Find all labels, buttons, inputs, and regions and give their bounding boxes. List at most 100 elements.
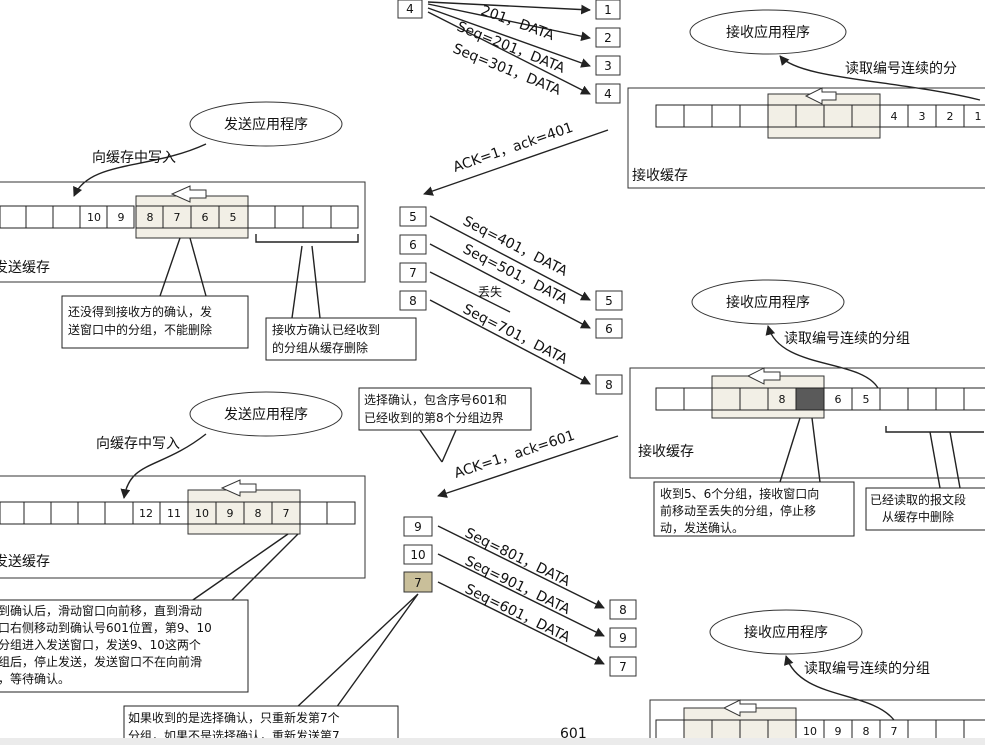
seq-tag-group: 5 6 7 8: [399, 206, 427, 311]
diagram-canvas: 4 201，DATA Seq=201，DATA Seq=301，DATA 1 2…: [0, 0, 985, 745]
svg-text:9: 9: [619, 631, 627, 645]
send-buffer-cells: 12 11 10 9 8 7: [0, 501, 356, 525]
seq-tag-top-left: 4: [397, 0, 423, 19]
svg-text:3: 3: [604, 59, 612, 73]
callout-line: [159, 237, 207, 297]
send-buffer-label: 发送缓存: [0, 260, 50, 276]
seq-tag-group: 8 9 7: [609, 599, 637, 677]
svg-text:2: 2: [947, 110, 954, 123]
recv-buffer-cells: 4 3 2 1: [655, 104, 985, 128]
svg-text:的分组从缓存删除: 的分组从缓存删除: [272, 340, 368, 355]
lost-label: 丢失: [478, 284, 502, 299]
svg-text:7: 7: [414, 576, 422, 590]
read-label: 读取编号连续的分组: [784, 330, 910, 347]
svg-text:前移动至丢失的分组，停止移: 前移动至丢失的分组，停止移: [660, 503, 816, 518]
svg-text:5: 5: [230, 211, 237, 224]
svg-text:4: 4: [406, 2, 414, 16]
send-app-label: 发送应用程序: [224, 116, 308, 133]
send-buffer-cells: 10 9 8 7 6 5: [0, 205, 359, 229]
svg-text:5: 5: [863, 393, 870, 406]
svg-text:2: 2: [604, 31, 612, 45]
svg-text:口右侧移动到确认号601位置，第9、10: 口右侧移动到确认号601位置，第9、10: [0, 620, 212, 635]
write-label: 向缓存中写入: [96, 436, 180, 452]
svg-text:3: 3: [919, 110, 926, 123]
read-label: 读取编号连续的分: [845, 60, 957, 77]
svg-text:8: 8: [605, 378, 613, 392]
svg-text:7: 7: [409, 266, 417, 280]
svg-text:8: 8: [619, 603, 627, 617]
svg-text:从缓存中删除: 从缓存中删除: [882, 509, 954, 524]
svg-text:到确认后，滑动窗口向前移，直到滑动: 到确认后，滑动窗口向前移，直到滑动: [0, 603, 202, 618]
bottom-strip: [0, 738, 985, 745]
svg-text:4: 4: [604, 87, 612, 101]
read-label: 读取编号连续的分组: [804, 660, 930, 677]
recv-buffer-label: 接收缓存: [632, 167, 688, 184]
svg-text:9: 9: [835, 725, 842, 738]
svg-text:6: 6: [409, 238, 417, 252]
svg-text:7: 7: [891, 725, 898, 738]
svg-text:接收方确认已经收到: 接收方确认已经收到: [272, 322, 380, 337]
svg-text:已经读取的报文段: 已经读取的报文段: [870, 492, 966, 507]
brace: [885, 426, 984, 433]
svg-text:8: 8: [147, 211, 154, 224]
note-unconfirmed: [61, 295, 249, 349]
write-label: 向缓存中写入: [92, 150, 176, 166]
recv-app-label: 接收应用程序: [726, 294, 810, 311]
send-buffer-label: 发送缓存: [0, 554, 50, 570]
svg-text:9: 9: [414, 520, 422, 534]
svg-text:送窗口中的分组，不能删除: 送窗口中的分组，不能删除: [68, 322, 212, 337]
send-app-label: 发送应用程序: [224, 406, 308, 423]
svg-text:组后，停止发送，发送窗口不在向前滑: 组后，停止发送，发送窗口不在向前滑: [0, 654, 202, 669]
svg-text:10: 10: [410, 548, 425, 562]
send-buffer-frame: [0, 475, 366, 579]
callout-line: [929, 431, 961, 489]
svg-text:10: 10: [195, 507, 209, 520]
svg-text:12: 12: [139, 507, 153, 520]
callout-line: [189, 533, 299, 603]
svg-text:8: 8: [255, 507, 262, 520]
svg-text:10: 10: [87, 211, 101, 224]
segment-label: Seq=701，DATA: [460, 301, 570, 368]
lost-packet-cell: [795, 387, 825, 411]
segment-line: [429, 299, 591, 385]
recv-buffer-label: 接收缓存: [638, 443, 694, 460]
svg-text:5: 5: [605, 294, 613, 308]
svg-text:已经收到的第8个分组边界: 已经收到的第8个分组边界: [364, 410, 504, 425]
seq-tag-group: 5 6 8: [595, 290, 623, 395]
seq-tag-group: 9 10 7: [403, 516, 433, 593]
svg-text:7: 7: [174, 211, 181, 224]
svg-text:1: 1: [975, 110, 982, 123]
svg-text:选择确认，包含序号601和: 选择确认，包含序号601和: [364, 392, 507, 407]
svg-text:分组进入发送窗口，发送9、10这两个: 分组进入发送窗口，发送9、10这两个: [0, 637, 201, 652]
svg-text:8: 8: [409, 294, 417, 308]
recv-app-label: 接收应用程序: [744, 624, 828, 641]
svg-text:7: 7: [619, 660, 627, 674]
svg-text:8: 8: [863, 725, 870, 738]
svg-text:还没得到接收方的确认，发: 还没得到接收方的确认，发: [68, 304, 212, 319]
recv-buffer-cells: 8 6 5: [655, 387, 985, 411]
callout-line: [295, 593, 419, 709]
svg-text:8: 8: [779, 393, 786, 406]
brace: [255, 234, 359, 243]
segment-line: [429, 243, 591, 329]
tcp-selective-ack-diagram: 4 201，DATA Seq=201，DATA Seq=301，DATA 1 2…: [0, 0, 985, 745]
ack-label: ACK=1，ack=601: [452, 428, 577, 482]
svg-text:9: 9: [227, 507, 234, 520]
svg-text:6: 6: [605, 322, 613, 336]
svg-text:收到5、6个分组，接收窗口向: 收到5、6个分组，接收窗口向: [660, 486, 819, 501]
svg-text:6: 6: [202, 211, 209, 224]
segment-line: [429, 215, 591, 301]
callout-line: [419, 429, 457, 463]
seq-tag-group: 1 2 3 4: [595, 0, 621, 104]
svg-text:4: 4: [891, 110, 898, 123]
svg-text:如果收到的是选择确认，只重新发第7个: 如果收到的是选择确认，只重新发第7个: [128, 710, 340, 725]
svg-text:6: 6: [835, 393, 842, 406]
svg-text:10: 10: [803, 725, 817, 738]
recv-app-label: 接收应用程序: [726, 24, 810, 41]
svg-text:7: 7: [283, 507, 290, 520]
svg-text:1: 1: [604, 3, 612, 17]
svg-text:11: 11: [167, 507, 181, 520]
svg-text:，等待确认。: ，等待确认。: [0, 672, 70, 686]
svg-text:5: 5: [409, 210, 417, 224]
svg-text:9: 9: [118, 211, 125, 224]
